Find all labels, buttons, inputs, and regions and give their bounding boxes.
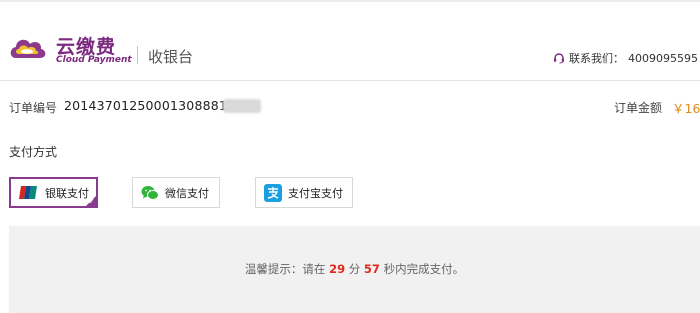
cloud-logo-icon: [8, 34, 48, 64]
brand-subtitle: Cloud Payment: [56, 55, 132, 65]
contact-phone: 4009095595: [628, 51, 698, 65]
checkmark-icon: ✓: [88, 197, 95, 206]
contact-label: 联系我们：: [569, 52, 624, 65]
headset-icon: [553, 52, 565, 64]
order-number-value: 20143701250001308881​8: [64, 98, 236, 113]
alipay-label: 支付宝支付: [288, 186, 343, 200]
order-amount-label: 订单金额: [614, 101, 663, 115]
wechat-icon: [141, 185, 159, 201]
alipay-option[interactable]: 支付宝支付: [255, 177, 353, 208]
unionpay-label: 银联支付: [45, 186, 89, 200]
countdown-seconds: 57: [363, 262, 380, 276]
header-divider: [137, 46, 138, 64]
contact-info: 联系我们： 4009095595: [553, 50, 698, 66]
redacted-blur: [223, 99, 261, 113]
page-title: 收银台: [148, 48, 194, 66]
top-border: [0, 0, 700, 2]
header-separator: [0, 80, 700, 81]
payment-method-label: 支付方式: [9, 145, 58, 159]
header: 云缴费 Cloud Payment 收银台 联系我们： 4009095595: [0, 22, 700, 72]
unionpay-option[interactable]: 银联支付 ✓: [9, 177, 98, 208]
wechat-option[interactable]: 微信支付: [132, 177, 220, 208]
minutes-unit: 分: [345, 262, 364, 276]
notice-panel: 温馨提示：请在 29 分 57 秒内完成支付。: [9, 226, 700, 313]
order-amount-value: ￥16: [672, 101, 700, 116]
alipay-icon: [264, 183, 282, 202]
countdown-notice: 温馨提示：请在 29 分 57 秒内完成支付。: [9, 261, 700, 277]
notice-suffix: 秒内完成支付。: [379, 262, 465, 276]
notice-prefix: 温馨提示：请在: [244, 262, 330, 276]
wechat-label: 微信支付: [165, 186, 209, 200]
unionpay-icon: [19, 186, 39, 199]
countdown-minutes: 29: [329, 262, 346, 276]
order-number-label: 订单编号: [9, 101, 58, 115]
